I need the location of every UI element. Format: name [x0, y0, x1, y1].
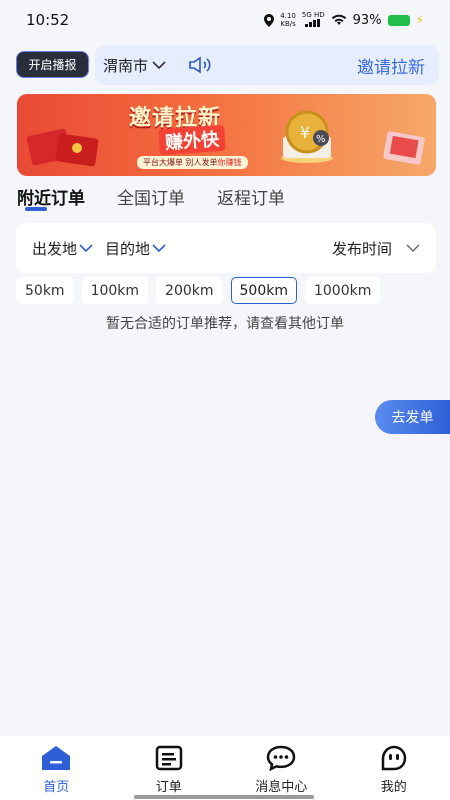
- net-speed-value: 4.10: [280, 12, 296, 20]
- location-bar: 渭南市 邀请拉新: [95, 45, 439, 85]
- radius-options: 50km 100km 200km 500km 1000km: [16, 277, 381, 304]
- publish-time-label: 发布时间: [331, 239, 392, 258]
- signal-icon: 5G HD: [302, 11, 325, 29]
- bottom-nav: 首页 订单 消息中心 我的: [0, 736, 450, 800]
- radius-chip-200km[interactable]: 200km: [156, 277, 223, 304]
- nav-home[interactable]: 首页: [11, 744, 101, 795]
- invite-banner[interactable]: 邀请拉新 赚外快 平台大爆单 别人发单你赚钱 ¥ %: [17, 94, 436, 176]
- profile-icon: [379, 744, 409, 772]
- destination-filter-label: 目的地: [105, 239, 151, 258]
- invite-link[interactable]: 邀请拉新: [357, 53, 431, 78]
- location-icon: [264, 13, 275, 27]
- banner-subtitle: 赚外快: [158, 124, 226, 156]
- gift-envelope-icon: [383, 131, 425, 165]
- radius-chip-1000km[interactable]: 1000km: [304, 277, 381, 304]
- battery-percent: 93%: [352, 12, 382, 28]
- post-order-button[interactable]: 去发单: [375, 400, 450, 434]
- red-envelope-icon: [27, 128, 99, 167]
- coin-icon: ¥ %: [281, 110, 333, 163]
- radius-chip-500km[interactable]: 500km: [230, 277, 297, 304]
- home-indicator[interactable]: [134, 795, 314, 799]
- origin-filter[interactable]: 出发地: [32, 238, 93, 259]
- banner-footer-text: 平台大爆单 别人发单: [143, 158, 218, 167]
- radius-chip-100km[interactable]: 100km: [81, 277, 149, 304]
- svg-text:¥: ¥: [300, 123, 310, 142]
- origin-filter-label: 出发地: [32, 239, 78, 258]
- radius-chip-50km[interactable]: 50km: [16, 277, 74, 304]
- active-tab-indicator: [25, 207, 47, 211]
- tab-return-orders[interactable]: 返程订单: [217, 184, 285, 214]
- status-bar: 10:52 4.10 KB/s 5G HD 93% ⚡: [0, 0, 450, 40]
- nav-orders[interactable]: 订单: [124, 744, 214, 795]
- nav-messages[interactable]: 消息中心: [236, 744, 326, 795]
- wifi-icon: [331, 14, 346, 25]
- city-selector[interactable]: 渭南市: [103, 55, 148, 76]
- tab-national-orders[interactable]: 全国订单: [117, 184, 185, 214]
- home-icon: [41, 744, 71, 772]
- svg-text:%: %: [316, 134, 326, 145]
- broadcast-toggle-button[interactable]: 开启播报: [16, 51, 89, 78]
- banner-footer-highlight: 你赚钱: [217, 158, 242, 167]
- status-icons: 4.10 KB/s 5G HD 93% ⚡: [264, 11, 424, 29]
- chevron-down-icon: [79, 243, 93, 252]
- nav-orders-label: 订单: [155, 780, 182, 795]
- banner-footer: 平台大爆单 别人发单你赚钱: [137, 156, 248, 169]
- destination-filter[interactable]: 目的地: [105, 238, 166, 259]
- empty-state-message: 暂无合适的订单推荐，请查看其他订单: [106, 316, 344, 332]
- nav-profile[interactable]: 我的: [349, 744, 439, 795]
- net-speed: 4.10 KB/s: [280, 12, 296, 28]
- header-row: 开启播报 渭南市 邀请拉新: [0, 45, 450, 85]
- charging-icon: ⚡: [415, 13, 424, 27]
- net-speed-unit: KB/s: [280, 20, 296, 28]
- network-type: 5G HD: [301, 11, 325, 19]
- nav-messages-label: 消息中心: [255, 780, 308, 795]
- status-time: 10:52: [26, 11, 70, 29]
- order-list-icon: [154, 744, 184, 772]
- filter-card: 出发地 目的地 发布时间: [16, 223, 436, 273]
- chevron-down-icon: [152, 243, 166, 252]
- nav-home-label: 首页: [43, 780, 70, 795]
- publish-time-sort[interactable]: 发布时间: [332, 238, 420, 259]
- battery-icon: [387, 14, 410, 26]
- message-icon: [266, 744, 296, 772]
- nav-profile-label: 我的: [380, 780, 407, 795]
- chevron-down-icon[interactable]: [152, 60, 166, 70]
- speaker-icon[interactable]: [188, 56, 214, 74]
- chevron-down-icon: [406, 244, 420, 252]
- order-tabs: 附近订单 全国订单 返程订单: [17, 184, 285, 214]
